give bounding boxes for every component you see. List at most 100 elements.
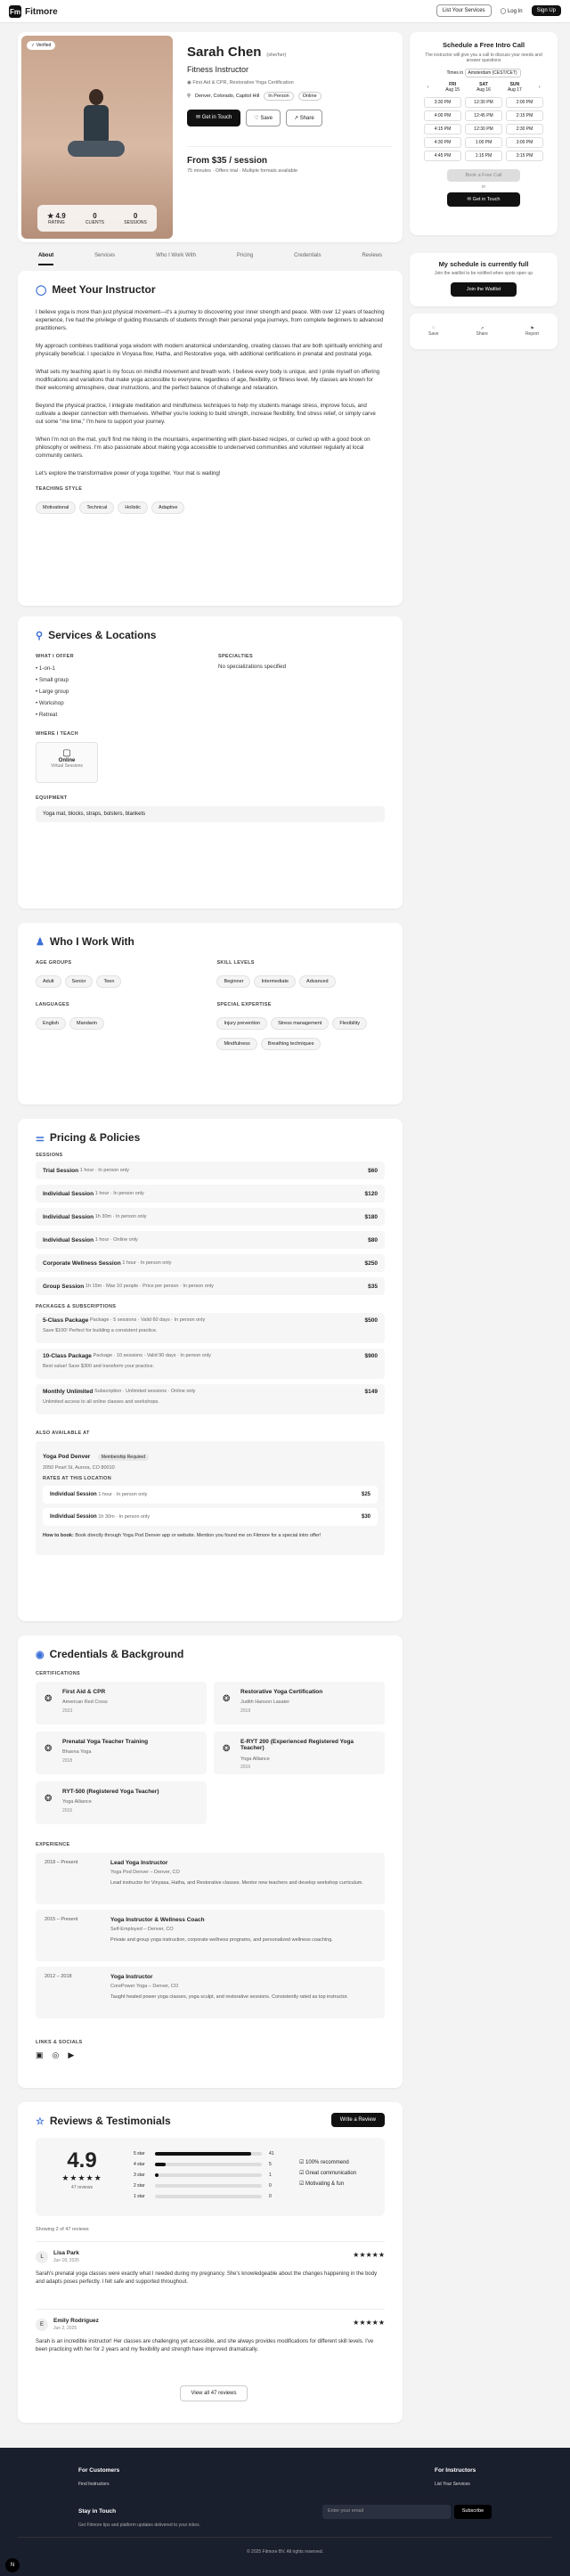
avatar: E	[36, 2319, 48, 2331]
offer-text: Large group	[38, 689, 69, 695]
subscribe-button[interactable]: Subscribe	[454, 2505, 492, 2519]
session-price: $60	[368, 1167, 378, 1174]
tab-reviews[interactable]: Reviews	[362, 253, 382, 265]
log-in-button[interactable]: ◯ Log In	[497, 5, 526, 17]
website-icon[interactable]: ◎	[53, 2050, 60, 2060]
time-slot-button[interactable]: 2:30 PM	[506, 124, 543, 135]
badge-online: Online	[297, 92, 322, 101]
time-slot-button[interactable]: 2:00 PM	[506, 97, 543, 108]
schedule-get-in-touch-button[interactable]: ✉ Get in Touch	[447, 192, 520, 207]
time-slot-button[interactable]: 4:30 PM	[424, 137, 461, 148]
footer-instructors-heading: For Instructors	[435, 2467, 476, 2474]
tz-label: Times in	[446, 70, 464, 76]
pronouns: (she/her)	[266, 53, 287, 58]
experience-item: 2018 – Present Lead Yoga Instructor Yoga P…	[36, 1853, 385, 1904]
list-services-link[interactable]: List Your Services	[435, 2482, 476, 2487]
get-in-touch-button[interactable]: ✉ Get in Touch	[187, 110, 241, 126]
exp-years: 2018 – Present	[45, 1860, 78, 1865]
about-para-6: Let's explore the transformative power o…	[36, 470, 221, 477]
time-slot-button[interactable]: 3:15 PM	[506, 151, 543, 161]
cert-year: 2019	[240, 1708, 251, 1714]
review-stars-icon: ★★★★★	[353, 2251, 385, 2259]
expertise-label: SPECIAL EXPERTISE	[216, 1002, 272, 1007]
share-button[interactable]: ↗ Share	[286, 110, 322, 126]
time-slot-button[interactable]: 12:30 PM	[465, 97, 502, 108]
package-note: Best value! Save $300 and transform your…	[43, 1364, 155, 1369]
list-services-button[interactable]: List Your Services	[436, 4, 492, 17]
review-card: E Emily Rodriguez Jun 2, 2025 ★★★★★ Sarah is…	[36, 2309, 385, 2368]
join-waitlist-button[interactable]: Join the Waitlist	[451, 282, 517, 297]
rating-bar-track	[155, 2152, 262, 2156]
cert-card: ❂ E-RYT 200 (Experienced Registered Yoga …	[214, 1732, 385, 1774]
exp-desc: Taught heated power yoga classes, yoga s…	[110, 1994, 348, 2000]
time-slot-button[interactable]: 2:15 PM	[506, 110, 543, 121]
venue-rate-desc: 1h 30m · In person only	[98, 1514, 151, 1520]
find-instructors-link[interactable]: Find Instructors	[78, 2482, 119, 2487]
stats-panel: ★ 4.9 RATING 0 CLIENTS 0 SESSIONS	[37, 205, 157, 232]
reviewer-name: Emily Rodriguez	[53, 2318, 99, 2324]
package-row: Monthly Unlimited Subscription · Unlimit…	[36, 1384, 385, 1414]
cert-summary: ◉ First Aid & CPR, Restorative Yoga Cert…	[187, 80, 294, 86]
day-col-2[interactable]: SAT Aug 16	[476, 82, 491, 93]
tab-who[interactable]: Who I Work With	[156, 253, 196, 265]
venue-rate-price: $25	[361, 1492, 370, 1497]
sign-up-button[interactable]: Sign Up	[531, 5, 561, 16]
tab-services[interactable]: Services	[94, 253, 115, 265]
howto-book: How to book: Book directly through Yoga …	[43, 1533, 378, 1538]
tab-pricing[interactable]: Pricing	[237, 253, 253, 265]
youtube-icon[interactable]: ▶	[68, 2050, 74, 2060]
exp-company: Self-Employed – Denver, CO	[110, 1927, 174, 1932]
cert-card: ❂ First Aid & CPR American Red Cross 2023	[36, 1682, 207, 1724]
next-days-icon[interactable]: ›	[539, 85, 541, 90]
day-col-3[interactable]: SUN Aug 17	[508, 82, 522, 93]
time-slot-button[interactable]: 4:45 PM	[424, 151, 461, 161]
cert-summary-text: First Aid & CPR, Restorative Yoga Certif…	[192, 80, 294, 86]
time-slot-button[interactable]: 1:15 PM	[465, 151, 502, 161]
offer-text: 1-on-1	[38, 665, 55, 672]
rating-bar-label: 1 star	[134, 2194, 145, 2199]
experience-item: 2015 – Present Yoga Instructor & Wellness…	[36, 1910, 385, 1961]
exp-years: 2012 – 2018	[45, 1974, 72, 1979]
tab-credentials[interactable]: Credentials	[294, 253, 321, 265]
view-all-reviews-button[interactable]: View all 47 reviews	[180, 2385, 248, 2401]
package-note: Save $100! Perfect for building a consis…	[43, 1328, 158, 1333]
prev-days-icon[interactable]: ‹	[428, 85, 429, 90]
venue-name[interactable]: Yoga Pod Denver	[43, 1454, 90, 1460]
venue-rate-price: $30	[361, 1514, 370, 1520]
sessions-label: SESSIONS	[36, 1153, 63, 1158]
save-button[interactable]: ♡ Save	[246, 110, 281, 126]
newsletter-email-input[interactable]: Enter your email	[322, 2505, 451, 2519]
time-slot-button[interactable]: 3:00 PM	[506, 137, 543, 148]
side-save-button[interactable]: ♡ Save	[428, 326, 438, 337]
book-free-call-button[interactable]: Book a Free Call	[447, 169, 520, 182]
exp-desc: Lead instructor for Vinyasa, Hatha, and …	[110, 1880, 363, 1886]
report-button[interactable]: ⚑ Report	[525, 326, 539, 337]
time-slot-button[interactable]: 1:00 PM	[465, 137, 502, 148]
session-desc: 1h 30m · In person only	[94, 1214, 147, 1219]
cert-name: First Aid & CPR	[62, 1689, 106, 1695]
exp-years: 2015 – Present	[45, 1917, 78, 1922]
brand-logo[interactable]: Fm Fitmore	[9, 5, 58, 18]
cert-org: Bhavna Yoga	[62, 1749, 92, 1755]
time-slot-button[interactable]: 12:30 PM	[465, 124, 502, 135]
stat-rating: 4.9	[55, 211, 66, 220]
cert-card: ❂ RYT-500 (Registered Yoga Teacher) Yoga A…	[36, 1781, 207, 1824]
time-slot-button[interactable]: 3:30 PM	[424, 97, 461, 108]
instagram-icon[interactable]: ▣	[36, 2050, 44, 2060]
time-slot-button[interactable]: 4:00 PM	[424, 110, 461, 121]
medal-icon: ❂	[45, 1694, 53, 1704]
help-badge-icon[interactable]: N	[5, 2558, 20, 2572]
side-save-label: Save	[428, 331, 439, 337]
side-share-button[interactable]: ↗ Share	[476, 326, 488, 337]
day-col-1[interactable]: FRI Aug 15	[445, 82, 460, 93]
time-slot-button[interactable]: 12:45 PM	[465, 110, 502, 121]
review-stars-icon: ★★★★★	[353, 2319, 385, 2327]
session-price: $80	[368, 1236, 378, 1243]
schedule-get-in-touch-label: Get in Touch	[472, 197, 501, 202]
timezone-select[interactable]: Amsterdam (CEST/CET)	[464, 69, 521, 77]
time-slot-button[interactable]: 4:15 PM	[424, 124, 461, 135]
tab-about[interactable]: About	[37, 253, 54, 265]
experience-label: EXPERIENCE	[36, 1842, 70, 1847]
or-divider: or	[481, 184, 486, 190]
write-review-button[interactable]: Write a Review	[330, 2113, 385, 2127]
